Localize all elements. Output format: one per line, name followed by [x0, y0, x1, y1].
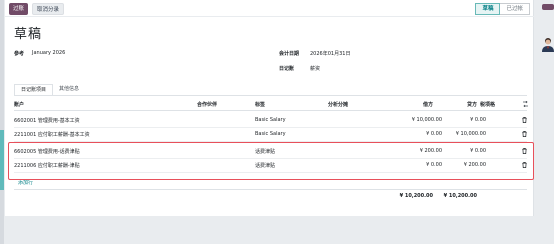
column-settings-icon[interactable]: [522, 101, 529, 107]
cell-label[interactable]: 话费津贴: [255, 148, 275, 155]
col-analytic[interactable]: 分析分摊: [328, 101, 348, 108]
cell-debit[interactable]: ¥ 0.00: [386, 131, 442, 137]
left-panel-edge: [0, 0, 4, 244]
totals-divider: [14, 189, 527, 190]
cell-credit[interactable]: ¥ 0.00: [436, 148, 486, 154]
cell-credit[interactable]: ¥ 10,000.00: [436, 131, 486, 137]
col-account[interactable]: 账户: [14, 101, 24, 108]
status-posted[interactable]: 已过帐: [500, 3, 530, 15]
add-line-link[interactable]: 添加行: [18, 179, 33, 186]
table-row[interactable]: 2211006 应付职工薪酬-津贴 话费津贴 ¥ 0.00 ¥ 200.00: [14, 159, 527, 173]
cell-account[interactable]: 6602001 管理费用-基本工资: [14, 117, 80, 124]
table-row[interactable]: 6602001 管理费用-基本工资 Basic Salary ¥ 10,000.…: [14, 114, 527, 128]
table-header-divider: [14, 110, 527, 111]
tabs-divider: [14, 95, 527, 96]
accounting-date-label: 会计日期: [279, 51, 300, 57]
cell-label[interactable]: Basic Salary: [255, 117, 286, 123]
cell-debit[interactable]: ¥ 200.00: [386, 148, 442, 154]
post-button[interactable]: 过账: [9, 3, 29, 15]
col-credit[interactable]: 贷方: [457, 101, 477, 108]
cell-credit[interactable]: ¥ 0.00: [436, 117, 486, 123]
cell-label[interactable]: Basic Salary: [255, 131, 286, 137]
table-row[interactable]: 6602005 管理费用-话费津贴 话费津贴 ¥ 200.00 ¥ 0.00: [14, 145, 527, 159]
trash-icon[interactable]: [522, 117, 527, 123]
col-debit[interactable]: 借方: [411, 101, 433, 108]
cell-debit[interactable]: ¥ 0.00: [386, 162, 442, 168]
form-action-bar: 过账 取消分录 草稿 已过帐: [5, 0, 534, 17]
page-title: 草稿: [14, 27, 43, 42]
journal-label: 日记账: [279, 66, 295, 72]
total-credit: ¥ 10,200.00: [443, 193, 477, 199]
cell-account[interactable]: 2211001 应付职工薪酬-基本工资: [14, 131, 90, 138]
reference-field[interactable]: January 2026: [32, 50, 65, 56]
col-label[interactable]: 标签: [255, 101, 265, 108]
cell-debit[interactable]: ¥ 10,000.00: [386, 117, 442, 123]
status-draft[interactable]: 草稿: [475, 3, 501, 15]
cell-account[interactable]: 2211006 应付职工薪酬-津贴: [14, 162, 80, 169]
journal-entry-form: 过账 取消分录 草稿 已过帐 草稿 参考 January 2026 会计日期 2…: [5, 0, 534, 216]
left-panel-accent: [0, 130, 4, 190]
cancel-entry-button[interactable]: 取消分录: [32, 3, 65, 15]
col-tax-grids[interactable]: 税项格: [480, 101, 495, 108]
cell-account[interactable]: 6602005 管理费用-话费津贴: [14, 148, 80, 155]
trash-icon[interactable]: [522, 148, 527, 154]
cell-label[interactable]: 话费津贴: [255, 162, 275, 169]
journal-field[interactable]: 薪资: [310, 65, 320, 72]
cell-credit[interactable]: ¥ 200.00: [436, 162, 486, 168]
accounting-date-field[interactable]: 2026年01月31日: [310, 50, 350, 57]
trash-icon[interactable]: [522, 131, 527, 137]
trash-icon[interactable]: [522, 162, 527, 168]
total-debit: ¥ 10,200.00: [399, 193, 433, 199]
top-right-brand-tab: [542, 4, 554, 10]
col-partner[interactable]: 合作伙伴: [197, 101, 217, 108]
user-avatar-icon[interactable]: [541, 37, 554, 52]
table-row[interactable]: 2211001 应付职工薪酬-基本工资 Basic Salary ¥ 0.00 …: [14, 128, 527, 142]
status-bar: 草稿 已过帐: [475, 3, 530, 15]
reference-label: 参考: [14, 51, 25, 57]
